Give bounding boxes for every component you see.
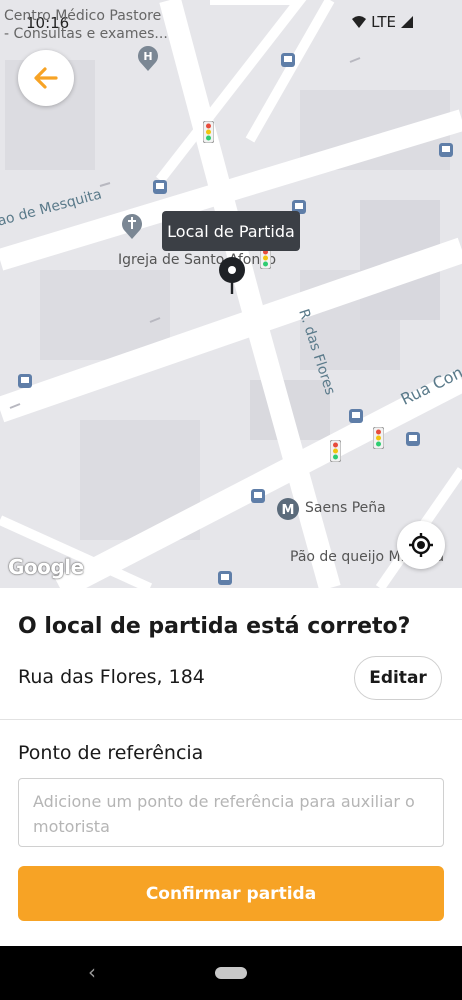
map-view[interactable]: 10:16 LTE Centro Médico Pastore - Consul… xyxy=(0,0,462,588)
signal-icon xyxy=(401,16,413,28)
bus-stop-icon xyxy=(439,143,453,157)
map-pin-icon[interactable] xyxy=(218,256,246,296)
network-type: LTE xyxy=(371,13,396,31)
traffic-light-icon xyxy=(330,440,341,462)
reference-label: Ponto de referência xyxy=(18,742,204,764)
sheet-title: O local de partida está correto? xyxy=(18,614,411,639)
google-logo: Google xyxy=(8,555,84,579)
wifi-icon xyxy=(352,16,367,28)
edit-button[interactable]: Editar xyxy=(354,656,442,700)
bus-stop-icon xyxy=(251,489,265,503)
map-label-hospital: Centro Médico Pastore xyxy=(4,8,162,24)
map-label-church: Igreja de Santo Afonso xyxy=(118,252,277,268)
hospital-icon: H xyxy=(138,46,158,71)
pickup-tooltip: Local de Partida xyxy=(162,211,300,251)
back-arrow-icon xyxy=(34,67,58,89)
bus-stop-icon xyxy=(218,571,232,585)
my-location-icon xyxy=(409,533,433,557)
bus-stop-icon xyxy=(18,374,32,388)
church-icon xyxy=(122,214,142,239)
reference-input[interactable]: Adicione um ponto de referência para aux… xyxy=(18,778,444,847)
divider xyxy=(0,719,462,720)
bus-stop-icon xyxy=(281,53,295,67)
traffic-light-icon xyxy=(373,427,384,449)
pickup-address: Rua das Flores, 184 xyxy=(18,666,205,688)
bus-stop-icon xyxy=(153,180,167,194)
my-location-button[interactable] xyxy=(397,521,445,569)
nav-back-icon[interactable]: ‹ xyxy=(88,960,96,984)
nav-home-pill[interactable] xyxy=(215,967,247,979)
back-button[interactable] xyxy=(18,50,74,106)
traffic-light-icon xyxy=(203,121,214,143)
svg-text:H: H xyxy=(143,50,152,63)
confirm-pickup-button[interactable]: Confirmar partida xyxy=(18,866,444,921)
bus-stop-icon xyxy=(406,432,420,446)
map-label-hospital-sub: - Consultas e exames... xyxy=(4,26,168,42)
bus-stop-icon xyxy=(349,409,363,423)
metro-icon: M xyxy=(277,498,299,520)
map-label-metro: Saens Peña xyxy=(305,500,386,516)
svg-text:M: M xyxy=(282,503,295,518)
status-icons: LTE xyxy=(351,13,414,31)
